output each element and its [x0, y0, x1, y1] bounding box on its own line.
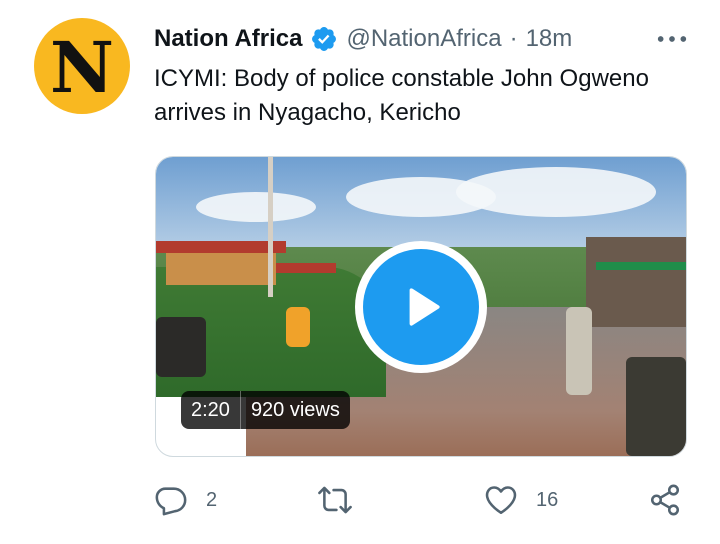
tweet-actions: 2 16: [154, 478, 690, 522]
thumbnail-cloud: [196, 192, 316, 222]
video-duration: 2:20: [191, 398, 230, 421]
tweet-timestamp[interactable]: 18m: [526, 25, 573, 53]
reply-icon: [155, 487, 187, 516]
like-icon: [485, 486, 517, 515]
thumbnail-pole: [268, 157, 273, 297]
tweet-text: ICYMI: Body of police constable John Ogw…: [154, 65, 649, 126]
thumbnail-person: [626, 357, 686, 456]
tweet-header: Nation Africa @NationAfrica · 18m: [154, 22, 690, 56]
video-player[interactable]: 2:20 920 views: [155, 156, 687, 457]
thumbnail-roof: [156, 241, 286, 253]
author-name[interactable]: Nation Africa: [154, 25, 302, 53]
avatar-letter: N: [50, 26, 114, 109]
author-handle[interactable]: @NationAfrica: [346, 25, 501, 53]
thumbnail-cloud: [456, 167, 656, 217]
play-button[interactable]: [355, 241, 487, 373]
verified-badge-icon: [310, 25, 338, 53]
video-info-badge: 2:20 920 views: [181, 391, 350, 429]
like-button[interactable]: 16: [484, 478, 558, 522]
thumbnail-person: [566, 307, 592, 395]
thumbnail-awning: [596, 262, 686, 270]
thumbnail-rider: [286, 307, 310, 347]
retweet-icon: [318, 486, 352, 514]
share-icon: [650, 484, 680, 516]
like-count: 16: [536, 488, 559, 511]
reply-button[interactable]: 2: [154, 478, 217, 522]
reply-count: 2: [206, 488, 218, 511]
video-views: 920 views: [250, 398, 340, 421]
separator-dot: ·: [509, 25, 518, 52]
avatar[interactable]: N: [34, 18, 130, 114]
play-icon: [363, 249, 479, 365]
thumbnail-roof: [276, 263, 336, 273]
thumbnail-rider: [156, 317, 206, 377]
retweet-button[interactable]: [318, 478, 370, 522]
share-button[interactable]: [648, 478, 682, 522]
more-options-icon[interactable]: [654, 24, 690, 54]
thumbnail-shop: [586, 237, 686, 327]
